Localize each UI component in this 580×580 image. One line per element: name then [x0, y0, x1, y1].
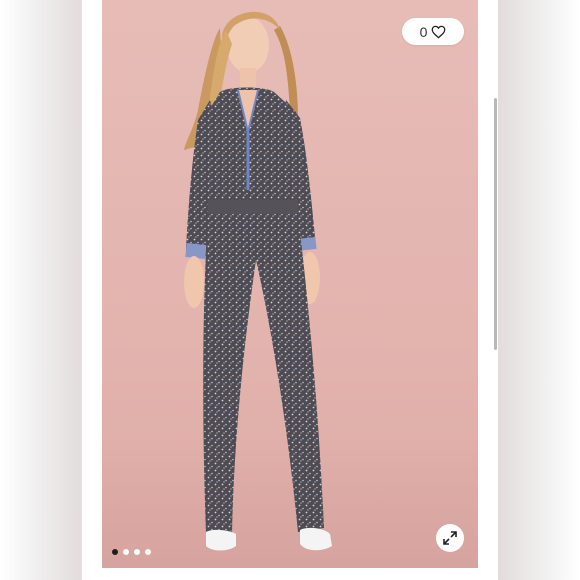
like-button[interactable]: 0	[402, 18, 464, 45]
blurred-right-edge	[498, 0, 580, 580]
expand-arrows-icon	[443, 531, 457, 545]
expand-button[interactable]	[436, 524, 464, 552]
carousel-dot-1[interactable]	[112, 549, 118, 555]
like-count: 0	[419, 23, 428, 40]
carousel-indicator	[112, 549, 151, 555]
carousel-dot-3[interactable]	[134, 549, 140, 555]
heart-outline-icon	[432, 25, 446, 38]
model-in-jumpsuit	[184, 11, 332, 551]
blurred-left-edge	[0, 0, 82, 580]
carousel-dot-2[interactable]	[123, 549, 129, 555]
scrollbar[interactable]	[494, 98, 497, 350]
product-photo[interactable]: 0	[102, 0, 478, 568]
carousel-dot-4[interactable]	[145, 549, 151, 555]
